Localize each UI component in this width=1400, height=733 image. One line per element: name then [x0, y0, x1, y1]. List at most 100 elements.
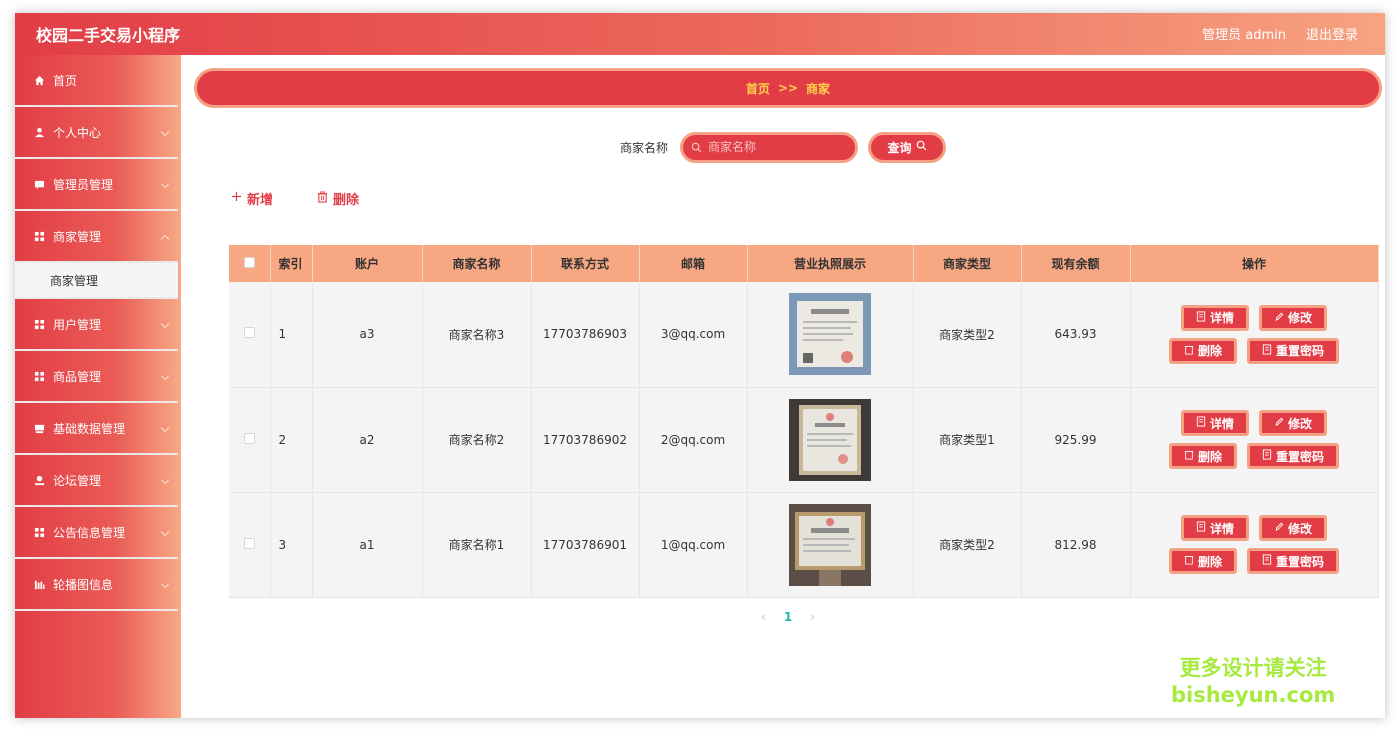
cell-actions: 详情 修改 删除 重置密码 [1130, 282, 1379, 388]
chevron-down-icon [160, 127, 170, 137]
column-header-account: 账户 [312, 245, 423, 282]
search-box[interactable] [680, 131, 858, 163]
sidebar-item-basic-data[interactable]: 基础数据管理 [15, 403, 178, 455]
trash-icon [1184, 554, 1194, 568]
sidebar-item-admin[interactable]: 管理员管理 [15, 159, 178, 211]
edit-button[interactable]: 修改 [1259, 304, 1327, 331]
add-button[interactable]: 新增 [231, 189, 273, 208]
detail-button[interactable]: 详情 [1181, 410, 1249, 436]
home-icon [33, 74, 45, 86]
top-bar: 校园二手交易小程序 管理员 admin 退出登录 [15, 13, 1385, 55]
chevron-down-icon [160, 527, 170, 537]
edit-button-label: 修改 [1287, 311, 1312, 326]
sidebar-item-label: 商品管理 [53, 369, 102, 384]
delete-button[interactable]: 删除 [1169, 548, 1237, 574]
sidebar-item-label: 用户管理 [53, 317, 102, 332]
cell-email: 3@qq.com [639, 282, 748, 388]
row-checkbox[interactable] [243, 327, 255, 339]
reset-password-label: 重置密码 [1275, 449, 1324, 464]
select-all-checkbox[interactable] [243, 256, 255, 268]
cell-name: 商家名称2 [422, 387, 532, 493]
submenu-item-merchant-manage[interactable]: 商家管理 [15, 263, 178, 299]
document-icon [1196, 416, 1206, 430]
reset-password-label: 重置密码 [1275, 554, 1324, 569]
page-number[interactable]: 1 [784, 610, 792, 624]
sidebar-item-goods[interactable]: 商品管理 [15, 351, 178, 403]
delete-button[interactable]: 删除 [1169, 443, 1237, 469]
sidebar-item-merchant[interactable]: 商家管理 [15, 211, 178, 263]
edit-button[interactable]: 修改 [1259, 410, 1327, 436]
pagination: ‹ 1 › [761, 610, 815, 624]
reset-password-button[interactable]: 重置密码 [1247, 443, 1339, 469]
detail-button[interactable]: 详情 [1181, 304, 1249, 331]
main-content: 首页 >> 商家 商家名称 查询 [181, 55, 1385, 718]
row-checkbox[interactable] [243, 537, 255, 549]
select-all-cell [229, 245, 271, 282]
batch-delete-button[interactable]: 删除 [317, 189, 359, 208]
cell-index: 3 [270, 492, 313, 598]
cell-name: 商家名称3 [422, 282, 532, 388]
cell-phone: 17703786903 [531, 282, 640, 388]
column-header-phone: 联系方式 [531, 245, 640, 282]
column-header-type: 商家类型 [913, 245, 1022, 282]
sidebar-item-label: 论坛管理 [53, 473, 102, 488]
search-row: 商家名称 查询 [181, 131, 1385, 163]
cell-index: 1 [270, 282, 313, 388]
table-row: 3 a1 商家名称1 17703786901 1@qq.com 商家类型2 81… [229, 492, 1379, 598]
license-image[interactable] [789, 293, 871, 376]
column-header-index: 索引 [270, 245, 313, 282]
sidebar-item-label: 首页 [53, 73, 78, 88]
edit-button[interactable]: 修改 [1259, 515, 1327, 541]
admin-label: 管理员 admin [1202, 28, 1286, 43]
cell-license [747, 387, 914, 493]
query-button[interactable]: 查询 [868, 131, 946, 163]
cell-email: 2@qq.com [639, 387, 748, 493]
add-button-label: 新增 [247, 193, 274, 208]
sidebar-item-carousel[interactable]: 轮播图信息 [15, 559, 178, 611]
sidebar-item-home[interactable]: 首页 [15, 55, 178, 107]
cell-name: 商家名称1 [422, 492, 532, 598]
logout-button[interactable]: 退出登录 [1306, 24, 1358, 43]
next-page-button[interactable]: › [810, 610, 815, 624]
sidebar-item-profile[interactable]: 个人中心 [15, 107, 178, 159]
search-input[interactable] [708, 140, 848, 154]
delete-button[interactable]: 删除 [1169, 337, 1237, 364]
prev-page-button[interactable]: ‹ [761, 610, 766, 624]
cell-phone: 17703786901 [531, 492, 640, 598]
sidebar-item-label: 基础数据管理 [53, 421, 126, 436]
sidebar-item-label: 公告信息管理 [53, 525, 126, 540]
row-checkbox[interactable] [243, 432, 255, 444]
sidebar-item-label: 个人中心 [53, 125, 102, 140]
sidebar-item-users[interactable]: 用户管理 [15, 299, 178, 351]
cell-account: a1 [312, 492, 423, 598]
license-image[interactable] [789, 503, 871, 586]
toolbar: 新增 删除 [231, 189, 359, 208]
delete-button-label: 删除 [1197, 554, 1222, 569]
breadcrumb-home[interactable]: 首页 [746, 80, 770, 97]
table-row: 2 a2 商家名称2 17703786902 2@qq.com 商家类型1 92… [229, 387, 1379, 493]
cell-account: a3 [312, 282, 423, 388]
delete-button-label: 删除 [1197, 449, 1222, 464]
sidebar-item-notice[interactable]: 公告信息管理 [15, 507, 178, 559]
cell-phone: 17703786902 [531, 387, 640, 493]
cell-license [747, 282, 914, 388]
license-image[interactable] [789, 398, 871, 481]
reset-password-button[interactable]: 重置密码 [1247, 548, 1339, 574]
breadcrumb: 首页 >> 商家 [194, 68, 1382, 108]
sidebar-item-forum[interactable]: 论坛管理 [15, 455, 178, 507]
cell-balance: 643.93 [1021, 282, 1131, 388]
document-icon [1196, 311, 1206, 325]
breadcrumb-separator: >> [777, 81, 799, 95]
detail-button[interactable]: 详情 [1181, 515, 1249, 541]
query-button-label: 查询 [887, 140, 912, 155]
column-header-license: 营业执照展示 [747, 245, 914, 282]
breadcrumb-current: 商家 [806, 81, 831, 96]
pencil-icon [1274, 311, 1284, 325]
reset-password-button[interactable]: 重置密码 [1247, 337, 1339, 364]
chevron-down-icon [160, 579, 170, 589]
person-icon [33, 474, 45, 486]
cell-actions: 详情 修改 删除 重置密码 [1130, 492, 1379, 598]
detail-button-label: 详情 [1209, 311, 1234, 326]
row-select-cell [229, 387, 271, 493]
detail-button-label: 详情 [1209, 521, 1234, 536]
